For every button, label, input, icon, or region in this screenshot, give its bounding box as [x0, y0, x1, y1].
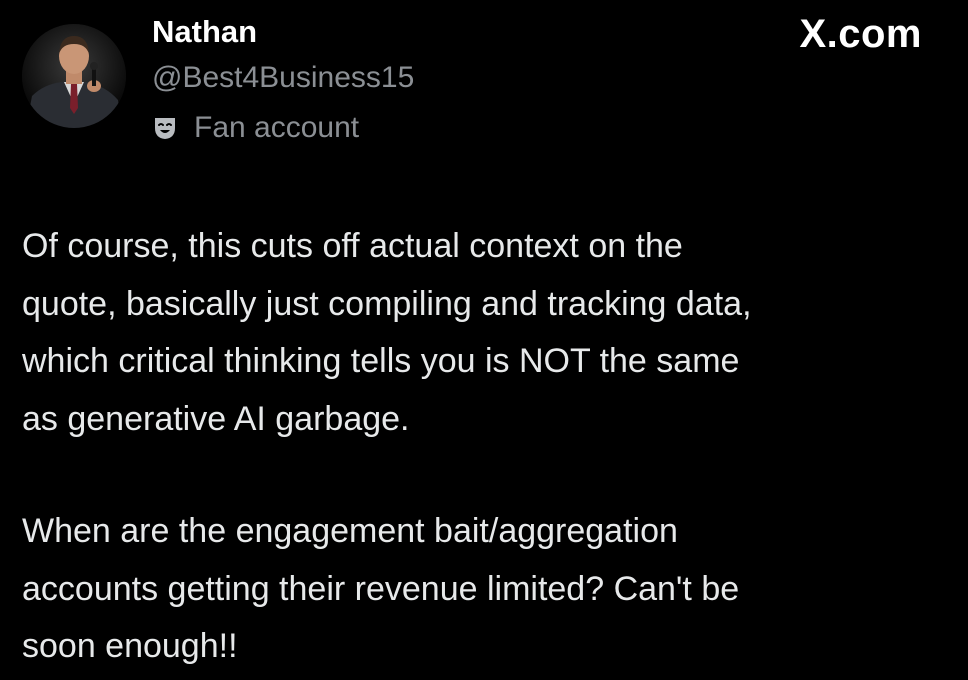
account-label-text: Fan account: [194, 111, 360, 144]
avatar[interactable]: [22, 24, 126, 128]
post-paragraph: When are the engagement bait/aggregation…: [22, 512, 740, 665]
avatar-image: [22, 24, 126, 128]
post-card: Nathan @Best4Business15 Fan account X.co…: [0, 0, 968, 680]
theater-mask-icon: [152, 115, 178, 141]
author-name[interactable]: Nathan: [152, 14, 257, 50]
post-text: Of course, this cuts off actual context …: [22, 218, 952, 676]
site-watermark: X.com: [799, 12, 922, 56]
account-label: Fan account: [152, 110, 359, 146]
post-paragraph: Of course, this cuts off actual context …: [22, 227, 752, 438]
author-handle[interactable]: @Best4Business15: [152, 60, 414, 96]
